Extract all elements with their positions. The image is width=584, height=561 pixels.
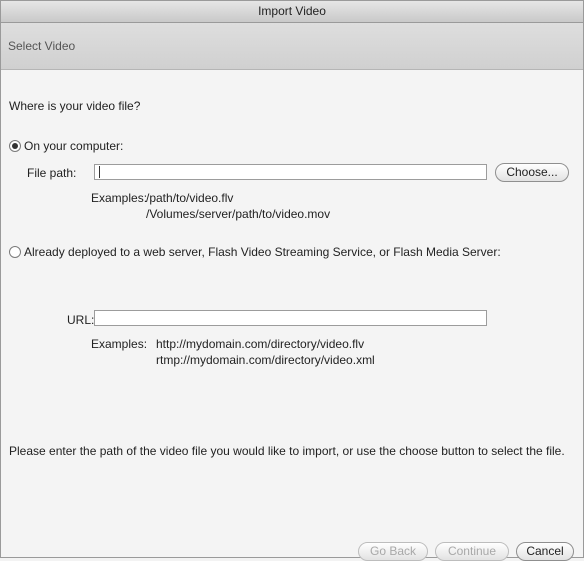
server-example-1: http://mydomain.com/directory/video.flv [156, 337, 365, 351]
local-examples-label: Examples: [91, 191, 148, 205]
web-server-label: Already deployed to a web server, Flash … [24, 245, 501, 259]
server-example-2: rtmp://mydomain.com/directory/video.xml [156, 353, 375, 367]
continue-button[interactable]: Continue [435, 542, 509, 561]
url-label: URL: [67, 313, 95, 327]
on-computer-label: On your computer: [24, 139, 124, 153]
on-computer-radio[interactable] [9, 140, 21, 152]
window-title: Import Video [1, 1, 583, 23]
cancel-button[interactable]: Cancel [516, 542, 574, 561]
choose-button[interactable]: Choose... [495, 163, 569, 182]
file-path-label: File path: [27, 166, 77, 180]
url-input[interactable] [94, 310, 487, 326]
step-header: Select Video [1, 23, 583, 70]
import-video-dialog: Import Video Select Video Where is your … [0, 0, 584, 561]
web-server-option[interactable]: Already deployed to a web server, Flash … [9, 245, 501, 259]
text-caret [99, 166, 100, 178]
local-example-2: /Volumes/server/path/to/video.mov [146, 207, 331, 221]
web-server-radio[interactable] [9, 246, 21, 258]
question-label: Where is your video file? [9, 99, 141, 113]
go-back-button[interactable]: Go Back [358, 542, 428, 561]
server-examples-label: Examples: [91, 337, 148, 351]
on-computer-option[interactable]: On your computer: [9, 139, 123, 153]
local-example-1: /path/to/video.flv [146, 191, 234, 205]
file-path-input[interactable] [94, 164, 487, 180]
instruction-text: Please enter the path of the video file … [9, 444, 565, 458]
